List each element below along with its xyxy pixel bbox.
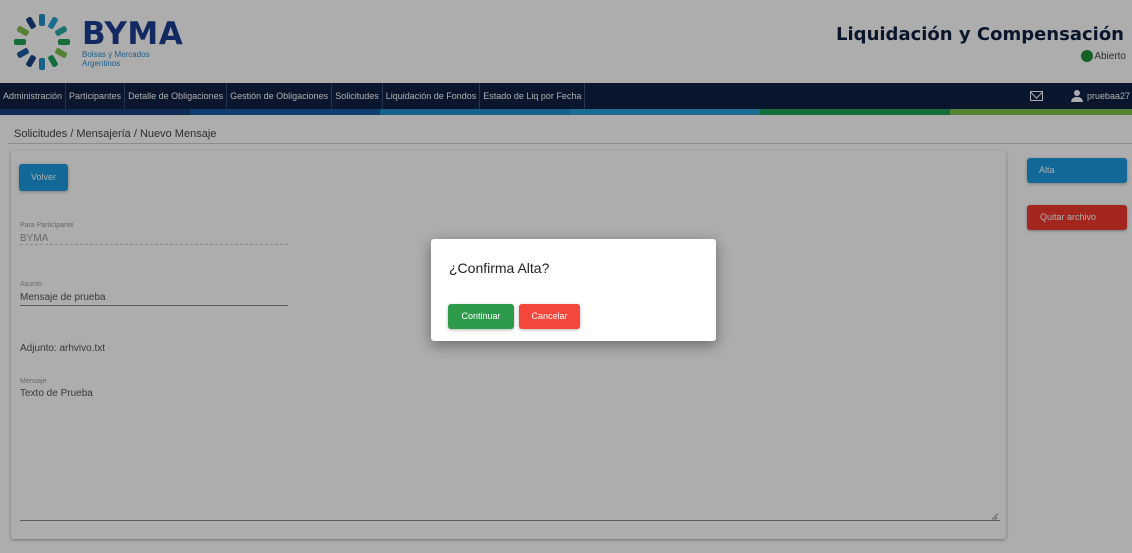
continuar-button[interactable]: Continuar [448,304,514,329]
dialog-title: ¿Confirma Alta? [449,260,550,276]
cancelar-button[interactable]: Cancelar [519,304,580,329]
confirm-dialog: ¿Confirma Alta? Continuar Cancelar [431,239,716,341]
